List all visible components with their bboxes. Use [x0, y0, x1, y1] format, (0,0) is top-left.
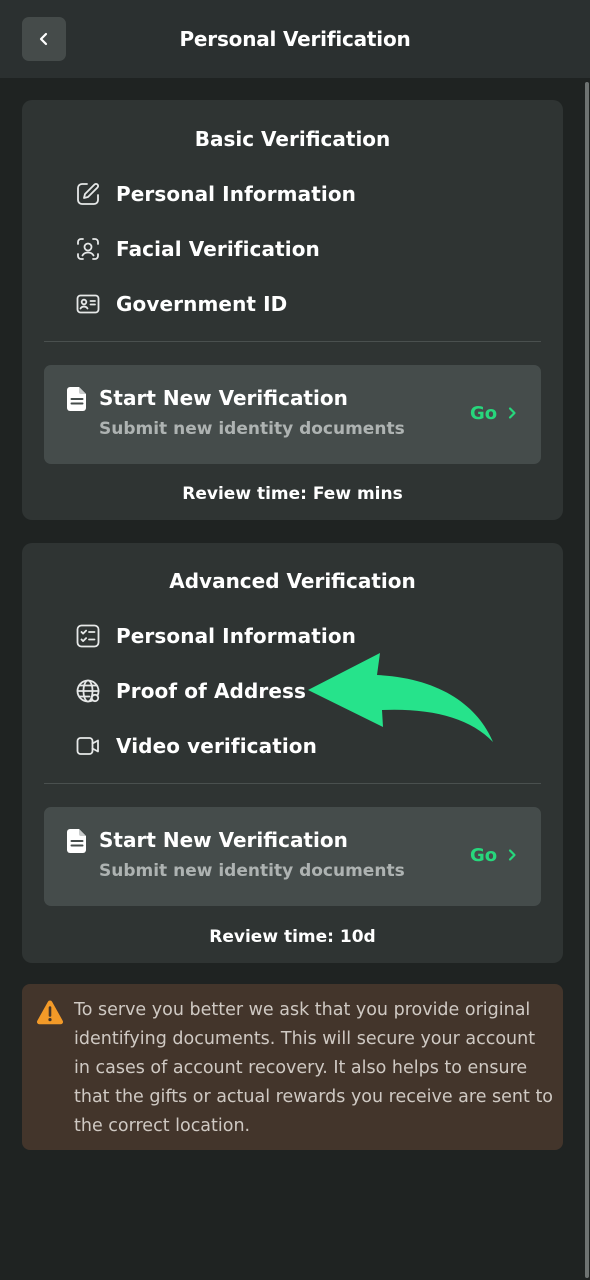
basic-item-personal-information: Personal Information [74, 179, 356, 209]
item-label: Personal Information [116, 624, 356, 648]
advanced-verification-card: Advanced Verification Personal Informati… [22, 543, 563, 963]
face-scan-icon [74, 235, 102, 263]
checklist-icon [74, 622, 102, 650]
item-label: Video verification [116, 734, 317, 758]
notice-text: To serve you better we ask that you prov… [74, 1000, 554, 1136]
warning-icon [36, 999, 64, 1029]
item-label: Personal Information [116, 182, 356, 206]
scrollbar[interactable] [585, 82, 589, 1278]
advanced-verification-title: Advanced Verification [169, 569, 416, 593]
item-label: Proof of Address [116, 679, 307, 703]
page-title: Personal Verification [179, 27, 411, 51]
basic-verification-card: Basic Verification Personal Information … [22, 100, 563, 520]
advanced-item-proof-of-address: Proof of Address [74, 676, 306, 706]
action-title: Start New Verification [99, 828, 348, 852]
basic-verification-title: Basic Verification [194, 127, 391, 151]
go-label[interactable]: Go [470, 845, 497, 866]
review-time: Review time: Few mins [182, 484, 403, 504]
advanced-item-video-verification: Video verification [74, 731, 317, 761]
document-icon [66, 828, 88, 858]
top-bar: Personal Verification [0, 0, 590, 78]
divider [44, 341, 541, 342]
id-card-icon [74, 290, 102, 318]
review-time: Review time: 10d [209, 927, 376, 947]
advanced-start-verification-button[interactable]: Start New Verification Submit new identi… [44, 807, 541, 906]
chevron-right-icon [507, 405, 517, 424]
basic-item-government-id: Government ID [74, 289, 287, 319]
action-title: Start New Verification [99, 386, 348, 410]
divider [44, 783, 541, 784]
annotation-arrow-icon [308, 653, 493, 742]
action-subtitle: Submit new identity documents [99, 861, 405, 881]
globe-icon [74, 677, 102, 705]
action-subtitle: Submit new identity documents [99, 419, 405, 439]
chevron-right-icon [507, 847, 517, 866]
go-label[interactable]: Go [470, 403, 497, 424]
advanced-item-personal-information: Personal Information [74, 621, 356, 651]
basic-start-verification-button[interactable]: Start New Verification Submit new identi… [44, 365, 541, 464]
item-label: Facial Verification [116, 237, 320, 261]
video-camera-icon [74, 732, 102, 760]
item-label: Government ID [116, 292, 288, 316]
info-notice: To serve you better we ask that you prov… [22, 984, 563, 1150]
document-icon [66, 386, 88, 416]
edit-icon [74, 180, 102, 208]
basic-item-facial-verification: Facial Verification [74, 234, 320, 264]
